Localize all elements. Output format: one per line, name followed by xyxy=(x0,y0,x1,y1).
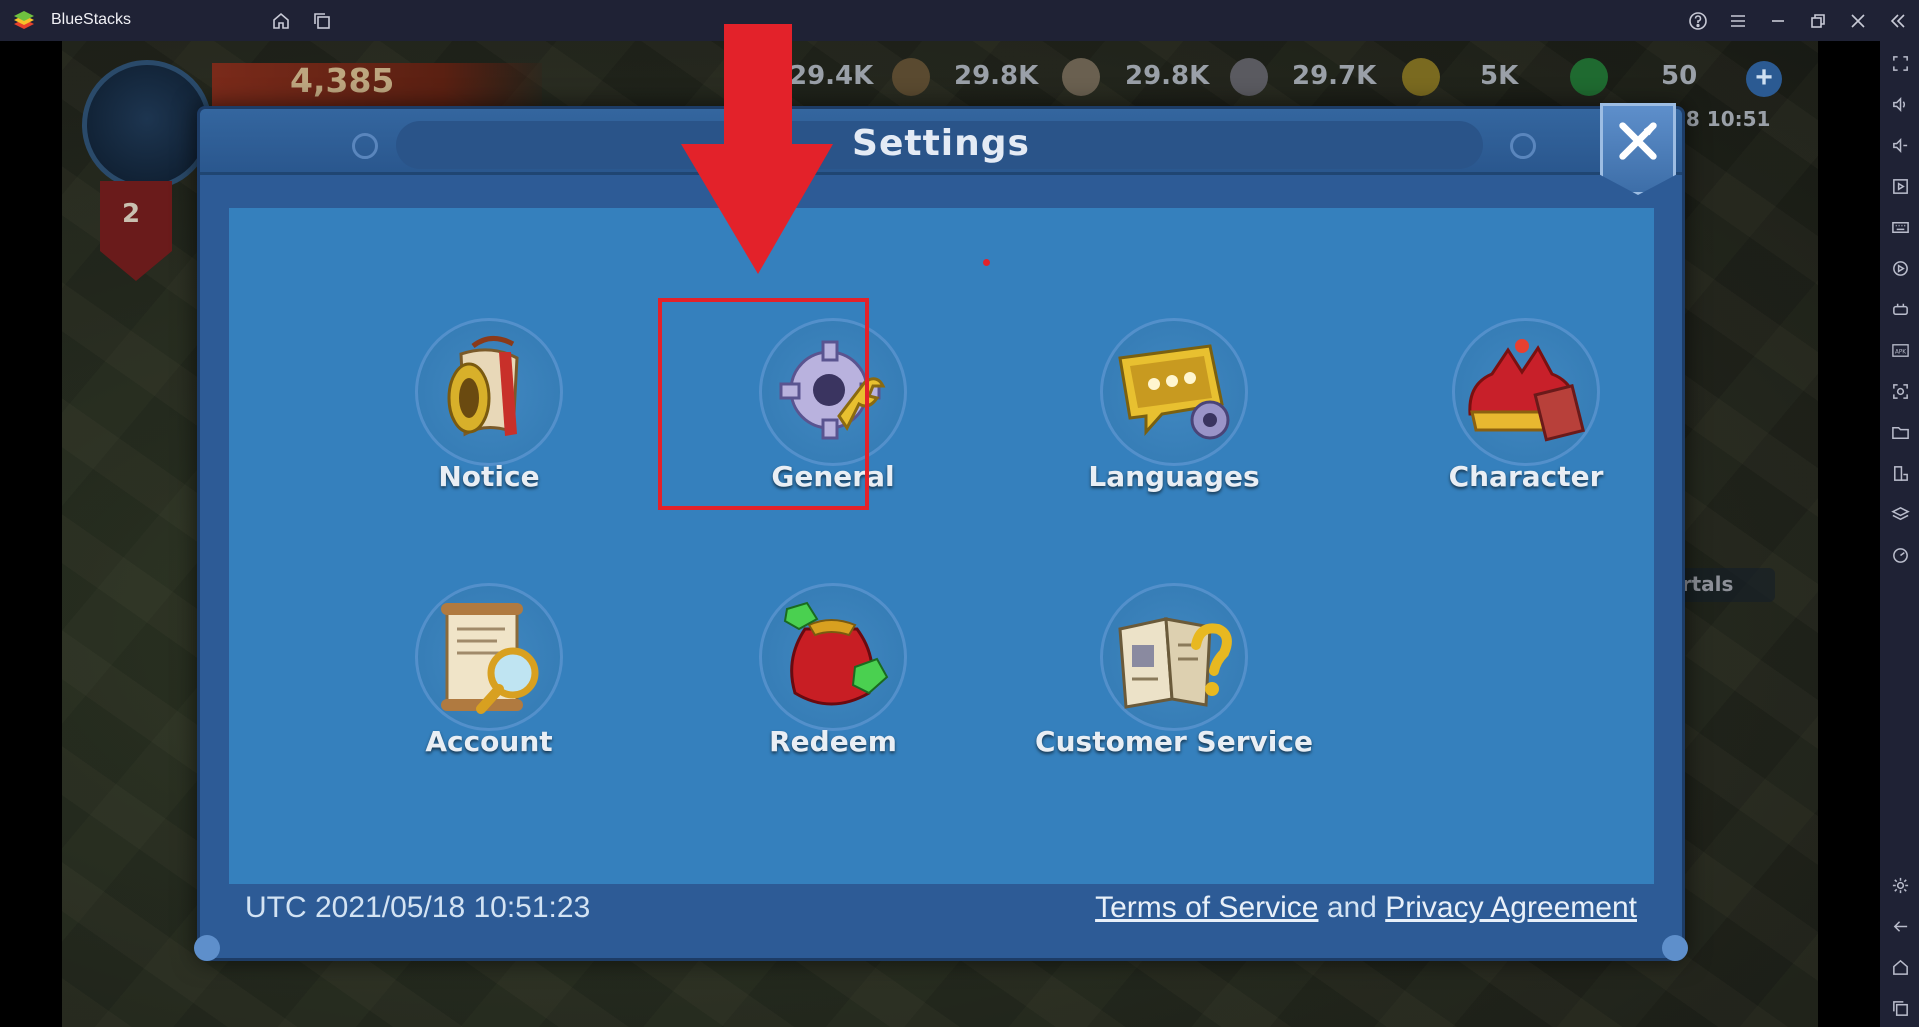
resource-ore: 29.7K xyxy=(1292,61,1377,91)
option-redeem[interactable]: Redeem xyxy=(703,583,963,783)
terms-of-service-link[interactable]: Terms of Service xyxy=(1095,891,1318,924)
screenshot-icon[interactable] xyxy=(1889,380,1911,402)
red-dot-marker xyxy=(983,259,990,266)
crown-book-icon xyxy=(1468,339,1586,442)
gem-bag-icon xyxy=(783,601,889,706)
bluestacks-sidebar: APK xyxy=(1880,41,1919,1027)
legal-links: Terms of Service and Privacy Agreement xyxy=(1095,891,1637,925)
option-label: Customer Service xyxy=(1035,725,1313,758)
close-icon[interactable] xyxy=(1845,8,1871,34)
option-label: Languages xyxy=(1088,460,1260,493)
option-ring xyxy=(415,583,563,731)
corner-ornament-right-icon xyxy=(1662,935,1688,961)
recent-apps-icon[interactable] xyxy=(1889,997,1911,1019)
option-label: Redeem xyxy=(769,725,897,758)
apk-install-icon[interactable]: APK xyxy=(1889,339,1911,361)
title-bar: BlueStacks xyxy=(0,0,1919,41)
add-gems-button[interactable]: + xyxy=(1746,61,1782,97)
restore-icon[interactable] xyxy=(1805,8,1831,34)
scroll-magnifier-icon xyxy=(441,603,539,714)
stone-icon xyxy=(1062,58,1100,96)
option-ring xyxy=(759,583,907,731)
resource-gems: 50 xyxy=(1661,61,1698,91)
option-label: Character xyxy=(1448,460,1604,493)
rotate-icon[interactable] xyxy=(1889,462,1911,484)
back-icon[interactable] xyxy=(1889,915,1911,937)
utc-timestamp: UTC 2021/05/18 10:51:23 xyxy=(245,891,591,924)
svg-text:APK: APK xyxy=(1894,349,1905,355)
option-label: Account xyxy=(425,725,553,758)
keyboard-icon[interactable] xyxy=(1889,216,1911,238)
general-highlight-box xyxy=(658,298,869,510)
home-icon[interactable] xyxy=(268,8,294,34)
option-ring xyxy=(415,318,563,466)
resource-wood: 29.8K xyxy=(954,61,1039,91)
and-text: and xyxy=(1326,891,1377,924)
volume-up-icon[interactable] xyxy=(1889,93,1911,115)
option-ring xyxy=(1452,318,1600,466)
privacy-agreement-link[interactable]: Privacy Agreement xyxy=(1385,891,1637,924)
option-label: Notice xyxy=(438,460,540,493)
horn-icon xyxy=(447,336,519,437)
option-ring xyxy=(1100,318,1248,466)
player-level: 2 xyxy=(122,199,141,229)
dialog-title: Settings xyxy=(852,123,1030,164)
layers-icon[interactable] xyxy=(1889,503,1911,525)
dialog-header: Settings xyxy=(200,109,1682,175)
ore-icon xyxy=(1230,58,1268,96)
gamepad-icon[interactable] xyxy=(1889,298,1911,320)
settings-icon[interactable] xyxy=(1889,874,1911,896)
macro-icon[interactable] xyxy=(1889,257,1911,279)
option-account[interactable]: Account xyxy=(359,583,619,783)
multi-instance-icon[interactable] xyxy=(309,8,335,34)
wood-icon xyxy=(892,58,930,96)
eco-mode-icon[interactable] xyxy=(1889,544,1911,566)
corner-ornament-left-icon xyxy=(194,935,220,961)
speech-bubble-gear-icon xyxy=(1118,344,1230,440)
option-ring xyxy=(1100,583,1248,731)
crossed-swords-icon xyxy=(1619,122,1657,160)
window-title: BlueStacks xyxy=(51,11,132,28)
resource-gold: 5K xyxy=(1480,61,1519,91)
fullscreen-icon[interactable] xyxy=(1889,52,1911,74)
resource-stone: 29.8K xyxy=(1125,61,1210,91)
collapse-sidebar-icon[interactable] xyxy=(1885,8,1911,34)
settings-dialog: Settings Notice General Languages Charac… xyxy=(194,103,1688,961)
gold-icon xyxy=(1402,58,1440,96)
option-languages[interactable]: Languages xyxy=(1044,318,1304,518)
hud-time: 18 10:51 xyxy=(1672,107,1771,131)
bluestacks-logo-icon xyxy=(12,9,36,33)
menu-icon[interactable] xyxy=(1725,8,1751,34)
help-icon[interactable] xyxy=(1685,8,1711,34)
option-customer-service[interactable]: Customer Service xyxy=(1035,583,1313,783)
folder-icon[interactable] xyxy=(1889,421,1911,443)
red-arrow-down-icon xyxy=(681,24,833,274)
player-power: 4,385 xyxy=(290,61,395,100)
gem-icon xyxy=(1570,58,1608,96)
volume-down-icon[interactable] xyxy=(1889,134,1911,156)
option-notice[interactable]: Notice xyxy=(359,318,619,518)
minimize-icon[interactable] xyxy=(1765,8,1791,34)
option-character[interactable]: Character xyxy=(1396,318,1656,518)
close-settings-button[interactable] xyxy=(1600,103,1676,195)
book-question-icon xyxy=(1118,617,1232,709)
media-icon[interactable] xyxy=(1889,175,1911,197)
android-home-icon[interactable] xyxy=(1889,956,1911,978)
avatar xyxy=(82,60,212,190)
